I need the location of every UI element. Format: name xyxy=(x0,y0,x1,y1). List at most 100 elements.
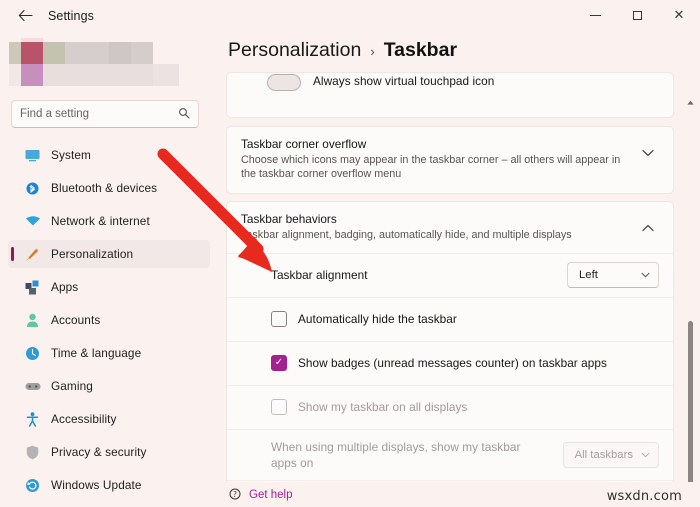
sidebar-item-accounts[interactable]: Accounts xyxy=(8,306,210,334)
pixel-block xyxy=(21,42,43,64)
sidebar-label: Network & internet xyxy=(51,214,150,228)
bluetooth-icon xyxy=(24,180,41,197)
setting-label: Automatically hide the taskbar xyxy=(298,312,457,327)
setting-row-show-badges[interactable]: ✓ Show badges (unread messages counter) … xyxy=(227,340,673,385)
auto-hide-taskbar-checkbox[interactable] xyxy=(271,311,287,328)
chevron-down-icon[interactable] xyxy=(637,142,659,164)
taskbar-alignment-dropdown[interactable]: Left xyxy=(567,262,659,289)
expander-title: Taskbar corner overflow xyxy=(241,137,367,151)
sidebar-item-personalization[interactable]: Personalization xyxy=(8,240,210,268)
sidebar-item-accessibility[interactable]: Accessibility xyxy=(8,405,210,433)
show-badges-checkbox[interactable]: ✓ xyxy=(271,355,287,372)
sidebar-item-system[interactable]: System xyxy=(8,141,210,169)
maximize-button[interactable] xyxy=(616,0,658,31)
sidebar-label: System xyxy=(51,148,91,162)
close-icon: ✕ xyxy=(673,8,685,23)
maximize-icon xyxy=(632,11,642,20)
search-box[interactable] xyxy=(11,100,199,128)
get-help-link[interactable]: Get help xyxy=(249,489,292,501)
chevron-down-icon xyxy=(641,450,650,460)
sidebar-item-gaming[interactable]: Gaming xyxy=(8,372,210,400)
sidebar-item-network-internet[interactable]: Network & internet xyxy=(8,207,210,235)
setting-label: When using multiple displays, show my ta… xyxy=(271,439,521,471)
expander-corner-overflow[interactable]: Taskbar corner overflow Choose which ico… xyxy=(227,127,673,193)
expander-text: Taskbar behaviors Taskbar alignment, bad… xyxy=(241,212,637,242)
help-question-icon: ? xyxy=(228,488,242,502)
main-content: Personalization › Taskbar Always show vi… xyxy=(218,31,700,507)
person-icon xyxy=(24,312,41,329)
sidebar-label: Time & language xyxy=(51,346,142,360)
pixel-block xyxy=(43,64,153,86)
settings-window: Settings ✕ Find a setting System Bluetoo… xyxy=(0,0,700,507)
setting-label: Show my taskbar on all displays xyxy=(298,400,468,415)
close-button[interactable]: ✕ xyxy=(658,0,700,31)
sidebar-label: Bluetooth & devices xyxy=(51,181,158,195)
sidebar-label: Gaming xyxy=(51,379,93,393)
minimize-icon xyxy=(589,15,601,16)
setting-row-auto-hide-taskbar[interactable]: Automatically hide the taskbar xyxy=(227,296,673,341)
setting-label: Taskbar alignment xyxy=(271,268,368,283)
setting-row-virtual-touchpad[interactable]: Always show virtual touchpad icon xyxy=(227,73,673,117)
sidebar-label: Accessibility xyxy=(51,412,117,426)
settings-scroll-area: Always show virtual touchpad icon Taskba… xyxy=(226,72,674,507)
sidebar-label: Personalization xyxy=(51,247,134,261)
show-taskbar-all-displays-checkbox xyxy=(271,399,287,416)
setting-row-taskbar-all-displays: Show my taskbar on all displays xyxy=(227,384,673,429)
update-icon xyxy=(24,477,41,494)
watermark: wsxdn.com xyxy=(606,489,682,504)
expander-subtitle: Choose which icons may appear in the tas… xyxy=(241,154,621,181)
sidebar-item-bluetooth-devices[interactable]: Bluetooth & devices xyxy=(8,174,210,202)
setting-row-multiple-displays-apps: When using multiple displays, show my ta… xyxy=(227,428,673,481)
svg-text:?: ? xyxy=(233,490,237,499)
sidebar-item-apps[interactable]: Apps xyxy=(8,273,210,301)
pixel-block xyxy=(43,42,65,64)
shield-icon xyxy=(24,444,41,461)
setting-label: Show badges (unread messages counter) on… xyxy=(298,356,607,371)
gamepad-icon xyxy=(24,378,41,395)
minimize-button[interactable] xyxy=(574,0,616,31)
apps-icon xyxy=(24,279,41,296)
sidebar-label: Accounts xyxy=(51,313,101,327)
breadcrumb-parent[interactable]: Personalization xyxy=(228,39,361,62)
sidebar-item-privacy-security[interactable]: Privacy & security xyxy=(8,438,210,466)
setting-row-taskbar-alignment: Taskbar alignment Left xyxy=(227,252,673,297)
breadcrumb-separator-icon: › xyxy=(370,44,375,59)
breadcrumb: Personalization › Taskbar xyxy=(228,39,700,62)
clock-icon xyxy=(24,345,41,362)
dropdown-value: Left xyxy=(579,269,598,282)
pixel-block xyxy=(21,64,43,86)
chevron-up-icon[interactable] xyxy=(637,217,659,239)
accessibility-icon xyxy=(24,411,41,428)
paintbrush-icon xyxy=(24,246,41,263)
expander-text: Taskbar corner overflow Choose which ico… xyxy=(241,137,637,182)
taskbar-behaviors-card: Taskbar behaviors Taskbar alignment, bad… xyxy=(226,200,674,507)
pixel-block xyxy=(9,64,21,86)
page-title: Taskbar xyxy=(383,39,458,61)
sidebar-label: Windows Update xyxy=(51,478,142,492)
sidebar-label: Apps xyxy=(51,280,79,294)
virtual-touchpad-toggle[interactable] xyxy=(267,74,301,91)
dropdown-value: All taskbars xyxy=(574,449,633,462)
app-title: Settings xyxy=(48,8,94,23)
scroll-up-arrow[interactable] xyxy=(686,97,695,108)
user-profile-redacted[interactable] xyxy=(9,38,193,90)
sidebar: System Bluetooth & devices Network xyxy=(0,31,218,507)
expander-taskbar-behaviors[interactable]: Taskbar behaviors Taskbar alignment, bad… xyxy=(227,202,673,253)
pixel-block xyxy=(153,64,179,86)
vertical-scrollbar[interactable] xyxy=(685,69,696,507)
sidebar-item-windows-update[interactable]: Windows Update xyxy=(8,471,210,499)
search-input[interactable] xyxy=(20,101,174,127)
expander-subtitle: Taskbar alignment, badging, automaticall… xyxy=(241,228,572,241)
pixel-block xyxy=(65,42,109,64)
pixel-block xyxy=(9,42,21,64)
chevron-down-icon xyxy=(641,270,650,280)
back-arrow-icon xyxy=(18,9,33,22)
window-controls: ✕ xyxy=(574,0,700,31)
wifi-icon xyxy=(24,213,41,230)
sidebar-item-time-language[interactable]: Time & language xyxy=(8,339,210,367)
scrollbar-thumb[interactable] xyxy=(688,321,693,497)
back-button[interactable] xyxy=(8,3,42,29)
monitor-icon xyxy=(24,147,41,164)
sidebar-label: Privacy & security xyxy=(51,445,147,459)
multiple-displays-dropdown: All taskbars xyxy=(562,442,659,469)
